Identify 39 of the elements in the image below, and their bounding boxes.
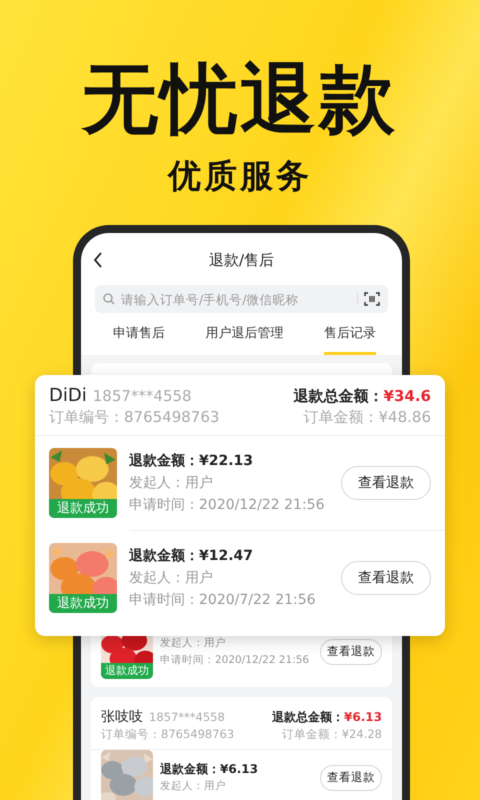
phone-number: 1857***4558 (149, 710, 225, 724)
tab[interactable]: 用户退后管理 (206, 313, 284, 355)
status-badge: 退款成功 (49, 594, 117, 613)
view-refund-button[interactable]: 查看退款 (341, 561, 431, 595)
order-amount: 订单金额：¥48.86 (304, 408, 431, 427)
phone-number: 1857***4558 (92, 387, 192, 405)
tab[interactable]: 申请售后 (113, 313, 165, 355)
total-refund-amount: ¥6.13 (344, 710, 382, 724)
order-number: 订单编号：8765498763 (49, 408, 220, 427)
request-time: 申请时间：2020/12/22 21:56 (160, 652, 310, 668)
view-refund-button[interactable]: 查看退款 (320, 638, 382, 664)
refund-amount: 退款金额：¥6.13 (160, 761, 258, 778)
total-refund-label: 退款总金额： (272, 710, 344, 724)
refund-amount: 退款金额：¥22.13 (129, 452, 254, 471)
status-badge: 退款成功 (49, 499, 117, 518)
page-title: 退款/售后 (208, 250, 274, 270)
view-refund-button[interactable]: 查看退款 (341, 466, 431, 500)
search-field[interactable]: 请输入订单号/手机号/微信昵称 (95, 285, 388, 313)
initiator-text: 发起人：用户 (160, 779, 226, 794)
search-input[interactable]: 请输入订单号/手机号/微信昵称 (121, 292, 351, 306)
view-refund-button[interactable]: 查看退款 (320, 764, 382, 790)
search-icon (103, 293, 115, 305)
order-number: 订单编号：8765498763 (101, 727, 234, 742)
order-amount: 订单金额：¥24.28 (282, 727, 382, 742)
request-time: 申请时间：2020/7/22 21:56 (129, 591, 316, 610)
status-badge: 退款成功 (101, 663, 153, 679)
request-time: 申请时间：2020/12/22 21:56 (129, 496, 324, 515)
initiator-text: 发起人：用户 (160, 636, 226, 650)
initiator-text: 发起人：用户 (129, 569, 213, 588)
subheadline: 优质服务 (168, 156, 312, 196)
customer-name: 张吱吱 (101, 709, 143, 725)
total-refund-amount: ¥34.6 (384, 387, 431, 405)
refund-amount: 退款金额：¥12.47 (129, 546, 254, 566)
customer-name: DiDi (49, 385, 87, 406)
initiator-text: 发起人：用户 (129, 474, 213, 493)
scan-icon[interactable] (364, 292, 380, 306)
headline: 无忧退款 (82, 56, 398, 142)
back-icon[interactable] (93, 252, 103, 268)
total-refund-label: 退款总金额： (294, 387, 384, 405)
